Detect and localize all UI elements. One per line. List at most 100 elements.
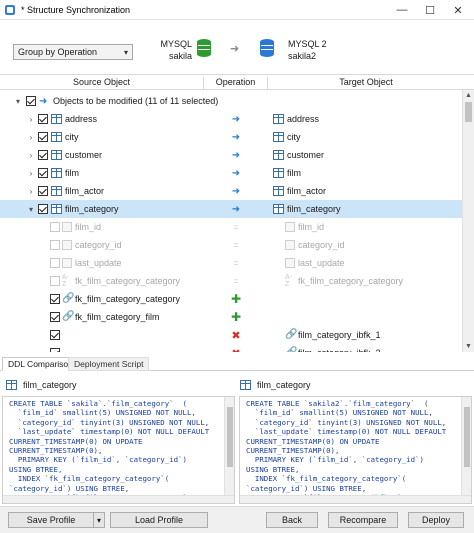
source-table-name: film_category [65,204,119,214]
tree-vertical-scrollbar[interactable]: ▲ ▼ [462,90,474,352]
chevron-down-icon[interactable]: ▾ [26,200,36,218]
child-checkbox[interactable] [50,276,60,286]
column-target-object[interactable]: Target Object [268,77,464,87]
database-blue-icon [260,39,274,57]
child-row[interactable]: 🔗 fk_film_category_category ✚ [0,290,462,308]
scroll-thumb[interactable] [465,102,472,122]
table-icon [273,114,284,124]
child-row[interactable]: last_update = last_update [0,254,462,272]
child-row[interactable]: 🔗 fk_film_category_film ✚ [0,308,462,326]
chevron-right-icon[interactable]: › [26,110,36,128]
window-title: * Structure Synchronization [21,4,131,15]
table-row[interactable]: ▾ film_category ➜ film_category [0,200,462,218]
ddl-target-scrollbar[interactable] [461,397,471,503]
table-checkbox[interactable] [38,150,48,160]
ddl-source-scrollbar[interactable] [224,397,234,503]
column-icon [62,258,72,268]
add-icon: ✚ [230,292,242,306]
table-row[interactable]: › city ➜ city [0,128,462,146]
drop-icon: ✖ [231,329,241,342]
target-child-name: fk_film_category_category [298,276,404,286]
group-by-select[interactable]: Group by Operation ▾ [13,44,133,60]
save-profile-dropdown-button[interactable]: ▾ [93,512,105,528]
table-icon [51,150,62,160]
child-row[interactable]: film_id = film_id [0,218,462,236]
chevron-down-icon[interactable]: ▾ [13,92,23,110]
child-checkbox[interactable] [50,240,60,250]
target-child-name: category_id [298,240,345,250]
target-table-name: film_actor [287,186,327,196]
source-child-name: film_id [75,222,102,232]
ddl-right-header: film_category [240,376,311,394]
table-icon [273,132,284,142]
child-checkbox[interactable] [50,258,60,268]
table-icon [273,150,284,160]
table-icon [273,204,284,214]
scroll-down-icon[interactable]: ▼ [465,343,472,350]
minimize-button[interactable]: — [388,0,416,20]
load-profile-button[interactable]: Load Profile [110,512,208,528]
app-icon [5,4,15,15]
column-operation[interactable]: Operation [204,77,268,89]
table-checkbox[interactable] [38,132,48,142]
child-checkbox[interactable] [50,294,60,304]
table-row[interactable]: › film ➜ film [0,164,462,182]
title-bar: * Structure Synchronization — ☐ ✕ [0,0,474,20]
table-row[interactable]: › address ➜ address [0,110,462,128]
chevron-right-icon[interactable]: › [26,146,36,164]
ddl-target-hscrollbar[interactable] [240,495,471,503]
tab-deployment-script[interactable]: Deployment Script [68,357,150,371]
table-checkbox[interactable] [38,186,48,196]
child-row[interactable]: ✖ 🔗 film_category_ibfk_1 [0,326,462,344]
database-green-icon [197,39,211,57]
table-checkbox[interactable] [38,168,48,178]
column-header: Source Object Operation Target Object [0,74,474,90]
root-checkbox[interactable] [26,96,36,106]
source-db-name: sakila [168,51,192,61]
child-checkbox[interactable] [50,330,60,340]
modify-arrow-icon: ➜ [231,149,241,161]
table-icon [240,380,251,390]
deploy-button[interactable]: Deploy [408,512,464,528]
child-checkbox[interactable] [50,348,60,352]
target-table-name: film [287,168,301,178]
source-table-name: film_actor [65,186,105,196]
table-row[interactable]: › film_actor ➜ film_actor [0,182,462,200]
ddl-source-sql[interactable]: CREATE TABLE `sakila`.`film_category` ( … [3,397,234,502]
ddl-source-hscrollbar[interactable] [3,495,234,503]
close-button[interactable]: ✕ [444,0,472,20]
recompare-button[interactable]: Recompare [328,512,398,528]
column-source-object[interactable]: Source Object [0,77,204,89]
chevron-right-icon[interactable]: › [26,182,36,200]
save-profile-button[interactable]: Save Profile [8,512,94,528]
target-table-name: city [287,132,301,142]
scroll-up-icon[interactable]: ▲ [465,92,472,99]
child-row[interactable]: category_id = category_id [0,236,462,254]
chevron-right-icon[interactable]: › [26,164,36,182]
table-checkbox[interactable] [38,114,48,124]
column-icon [285,258,295,268]
table-checkbox[interactable] [38,204,48,214]
ddl-target-sql[interactable]: CREATE TABLE `sakila2`.`film_category` (… [240,397,471,502]
group-by-value: Group by Operation [18,47,98,57]
child-row[interactable]: A-Z fk_film_category_category = A-Z fk_film_… [0,272,462,290]
chevron-right-icon[interactable]: › [26,128,36,146]
child-checkbox[interactable] [50,222,60,232]
index-icon: A-Z [62,274,69,288]
child-checkbox[interactable] [50,312,60,322]
table-icon [51,168,62,178]
sync-direction-arrow-icon: ➜ [230,43,240,55]
target-table-name: customer [287,150,325,160]
ddl-left-header: film_category [6,376,77,394]
ddl-target-pane[interactable]: CREATE TABLE `sakila2`.`film_category` (… [239,396,472,504]
chevron-down-icon: ▾ [123,48,128,57]
back-button[interactable]: Back [266,512,318,528]
child-row[interactable]: ✖ 🔗film_category_ibfk_2 [0,344,462,352]
modify-arrow-icon: ➜ [231,113,241,125]
ddl-source-pane[interactable]: CREATE TABLE `sakila`.`film_category` ( … [2,396,235,504]
source-table-name: city [65,132,79,142]
maximize-button[interactable]: ☐ [416,0,444,20]
table-row[interactable]: › customer ➜ customer [0,146,462,164]
tree-root-row[interactable]: ▾ ➜ Objects to be modified (11 of 11 sel… [0,92,462,110]
source-child-name: last_update [75,258,122,268]
